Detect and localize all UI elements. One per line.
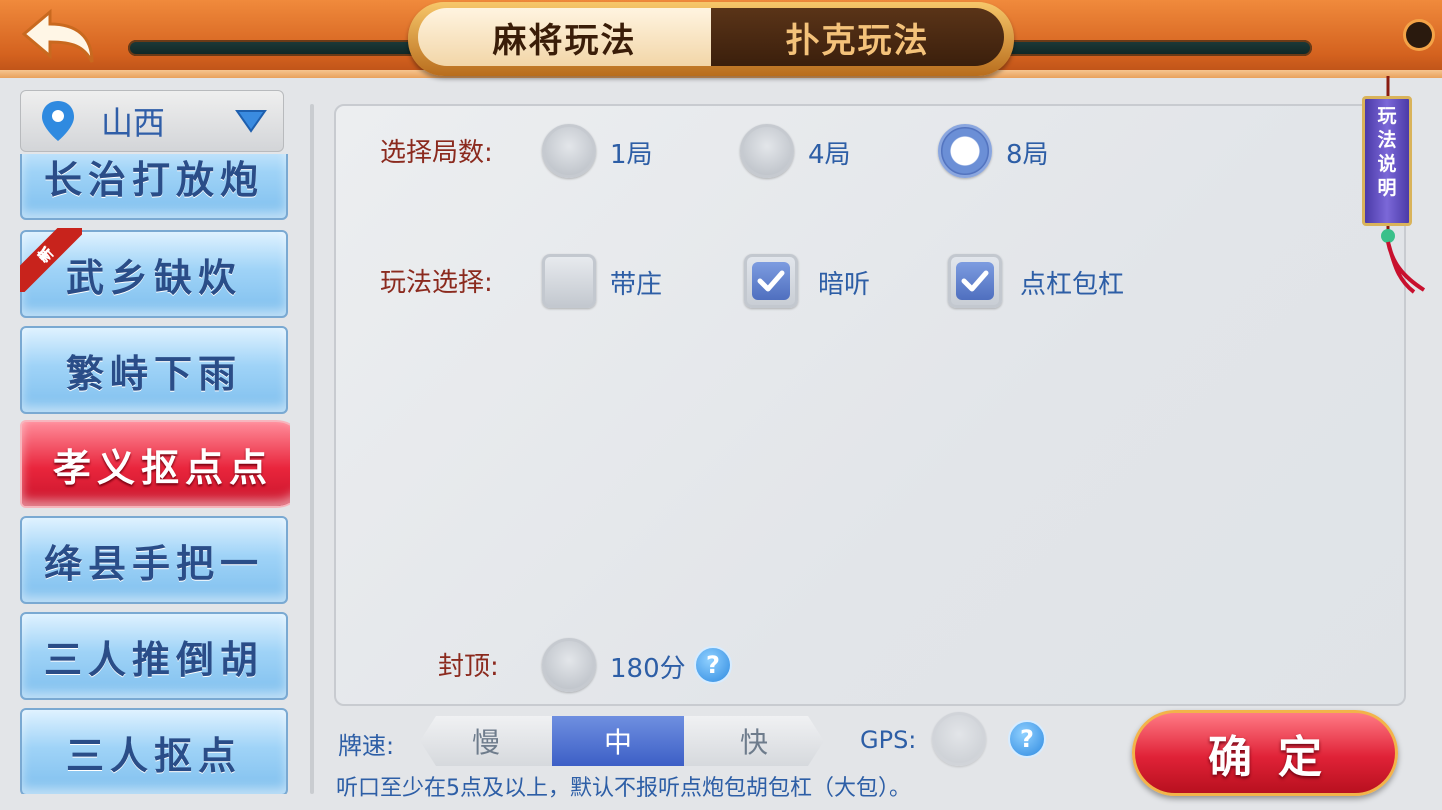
game-item[interactable]: 繁峙下雨 <box>20 326 288 414</box>
speed-medium[interactable]: 中 <box>552 716 684 766</box>
game-label: 三人推倒胡 <box>43 636 264 682</box>
game-label: 绛县手把一 <box>43 540 264 586</box>
game-label: 繁峙下雨 <box>65 350 242 396</box>
tab-poker[interactable]: 扑克玩法 <box>711 8 1004 66</box>
region-name: 山西 <box>101 104 166 142</box>
game-item[interactable]: 新 武乡缺炊 <box>20 228 288 318</box>
game-item[interactable]: 三人抠点 <box>20 708 288 794</box>
rounds-option-label: 4局 <box>808 140 851 170</box>
rounds-label: 选择局数: <box>380 138 493 168</box>
game-label: 长治打放炮 <box>43 156 264 202</box>
gps-toggle[interactable] <box>932 712 986 766</box>
game-item-selected[interactable]: 孝义抠点点 <box>20 420 290 508</box>
back-arrow-icon <box>21 8 94 63</box>
checkbox-kong-cover[interactable] <box>948 254 1002 308</box>
checkbox-label: 点杠包杠 <box>1020 270 1125 300</box>
rounds-radio-1[interactable] <box>542 124 596 178</box>
back-button[interactable] <box>18 8 98 66</box>
checkbox-label: 暗听 <box>818 270 871 300</box>
triangle-down-icon <box>235 110 267 133</box>
speed-fast[interactable]: 快 <box>684 716 824 766</box>
new-badge: 新 <box>20 228 82 292</box>
checkmark-icon <box>757 270 785 292</box>
region-select[interactable]: 山西 <box>20 90 284 152</box>
checkmark-icon <box>961 270 989 292</box>
cap-help-icon[interactable]: ? <box>694 646 732 684</box>
play-options-label: 玩法选择: <box>380 268 493 298</box>
rules-scroll-button[interactable]: 玩法说明 <box>1358 76 1428 296</box>
cap-label: 封顶: <box>438 652 499 682</box>
confirm-button[interactable]: 确定 <box>1132 710 1398 796</box>
game-list: 长治打放炮 新 武乡缺炊 繁峙下雨 孝义抠点点 绛县手把一 三人推倒胡 三人抠点 <box>20 154 290 794</box>
rules-label: 玩法说明 <box>1377 105 1397 199</box>
tab-mahjong[interactable]: 麻将玩法 <box>418 8 711 66</box>
game-item[interactable]: 长治打放炮 <box>20 154 288 220</box>
gps-help-icon[interactable]: ? <box>1008 720 1046 758</box>
game-label: 三人抠点 <box>65 732 242 778</box>
game-label: 孝义抠点点 <box>52 444 273 490</box>
game-item[interactable]: 三人推倒胡 <box>20 612 288 700</box>
rounds-radio-8[interactable] <box>938 124 992 178</box>
checkbox-label: 带庄 <box>610 270 663 300</box>
scrollbar[interactable] <box>310 104 314 794</box>
checkbox-dealer[interactable] <box>542 254 596 308</box>
rule-notice: 听口至少在5点及以上，默认不报听点炮包胡包杠（大包）。 <box>336 776 911 801</box>
speed-slow[interactable]: 慢 <box>420 716 552 766</box>
checkbox-hidden-ting[interactable] <box>744 254 798 308</box>
rounds-radio-4[interactable] <box>740 124 794 178</box>
game-item[interactable]: 绛县手把一 <box>20 516 288 604</box>
speed-label: 牌速: <box>338 732 395 760</box>
rounds-option-label: 1局 <box>610 140 653 170</box>
knob-icon <box>1406 22 1432 48</box>
location-pin-icon <box>42 101 74 141</box>
settings-panel <box>334 104 1406 706</box>
confirm-label: 确定 <box>1208 732 1348 783</box>
gps-label: GPS: <box>860 726 917 754</box>
game-label: 武乡缺炊 <box>65 254 242 300</box>
rounds-option-label: 8局 <box>1006 140 1049 170</box>
cap-value: 180分 <box>610 654 686 684</box>
cap-radio[interactable] <box>542 638 596 692</box>
